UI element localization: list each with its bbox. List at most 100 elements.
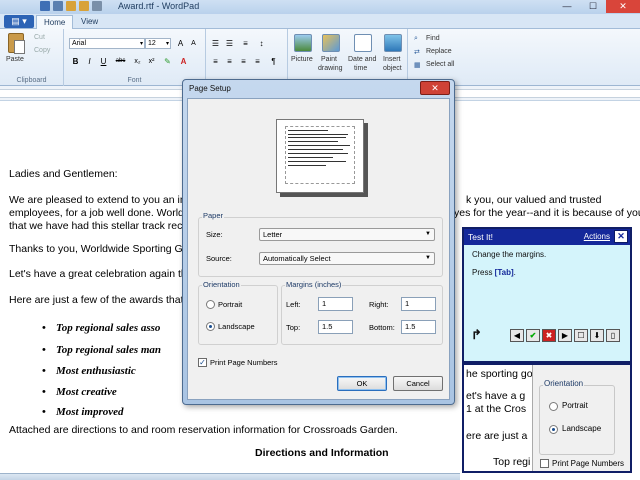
redo-icon[interactable] bbox=[79, 1, 89, 11]
subscript-button[interactable]: x₂ bbox=[132, 56, 143, 67]
save-icon[interactable] bbox=[53, 1, 63, 11]
close-window-button[interactable]: ✕ bbox=[606, 0, 640, 13]
paragraph-group: ☰ ☰ ≡ ↕ ≡ ≡ ≡ ≡ ¶ bbox=[206, 29, 288, 86]
paste-button[interactable]: Paste bbox=[6, 56, 24, 63]
next-step-button[interactable]: ▶ bbox=[558, 329, 572, 342]
paper-legend: Paper bbox=[202, 211, 225, 220]
list-item: Most improved bbox=[42, 406, 123, 418]
bottom-margin-input[interactable]: 1.5 bbox=[401, 320, 436, 334]
zoom-print-page-numbers-checkbox bbox=[540, 459, 549, 468]
top-margin-label: Top: bbox=[286, 323, 301, 332]
previous-step-button[interactable]: ◀ bbox=[510, 329, 524, 342]
select-all-button[interactable]: Select all bbox=[426, 61, 454, 68]
test-it-close-button[interactable]: ✕ bbox=[614, 230, 628, 243]
strikethrough-button[interactable]: abc bbox=[113, 56, 128, 67]
paper-size-value: Letter bbox=[263, 230, 283, 239]
insert-object-icon[interactable] bbox=[384, 34, 402, 52]
minimize-button[interactable]: — bbox=[554, 0, 580, 13]
text-color-icon[interactable]: A bbox=[178, 56, 189, 67]
source-label: Source: bbox=[206, 254, 232, 263]
preview-line bbox=[288, 149, 343, 150]
align-center-icon[interactable]: ≡ bbox=[224, 56, 235, 67]
customize-icon[interactable] bbox=[92, 1, 102, 11]
top-margin-input[interactable]: 1.5 bbox=[318, 320, 353, 334]
test-it-panel: Test It! Actions ✕ Change the margins. P… bbox=[462, 227, 632, 363]
font-size-select[interactable]: 12 ▾ bbox=[145, 38, 171, 49]
application-menu-button[interactable]: ▤ ▾ bbox=[4, 15, 34, 28]
list-item: Top regional sales man bbox=[42, 344, 161, 356]
decrease-indent-icon[interactable]: ☰ bbox=[210, 38, 221, 49]
align-left-icon[interactable]: ≡ bbox=[210, 56, 221, 67]
bold-button[interactable]: B bbox=[70, 56, 81, 67]
print-page-numbers-label[interactable]: Print Page Numbers bbox=[210, 358, 278, 367]
copy-button[interactable]: Copy bbox=[34, 47, 50, 54]
font-family-select[interactable]: Arial ▾ bbox=[69, 38, 145, 49]
paint-drawing-icon[interactable] bbox=[322, 34, 340, 52]
line-spacing-icon[interactable]: ↕ bbox=[256, 38, 267, 49]
cancel-button[interactable]: Cancel bbox=[393, 376, 443, 391]
landscape-label[interactable]: Landscape bbox=[218, 322, 255, 331]
preview-line bbox=[288, 161, 346, 162]
paragraph-icon[interactable]: ¶ bbox=[268, 56, 279, 67]
picture-button[interactable]: Picture bbox=[291, 56, 313, 63]
dialog-title: Page Setup bbox=[189, 84, 231, 93]
doc-paragraph-1-line-2a: employees, for a job well done. Worldwid bbox=[9, 207, 200, 219]
ok-button[interactable]: OK bbox=[337, 376, 387, 391]
left-margin-input[interactable]: 1 bbox=[318, 297, 353, 311]
portrait-radio[interactable] bbox=[206, 300, 215, 309]
paper-group bbox=[198, 217, 443, 277]
underline-button[interactable]: U bbox=[98, 56, 109, 67]
preview-line bbox=[288, 145, 350, 146]
zoom-portrait-radio bbox=[549, 402, 558, 411]
paint-drawing-button[interactable]: Paint bbox=[321, 56, 337, 63]
step-nav-icon[interactable]: ↱ bbox=[471, 327, 482, 343]
portrait-label[interactable]: Portrait bbox=[218, 300, 242, 309]
chevron-down-icon: ▾ bbox=[139, 41, 143, 47]
insert-object-button[interactable]: Insert bbox=[383, 56, 401, 63]
chevron-down-icon: ▾ bbox=[165, 41, 169, 47]
ribbon: Paste Cut Copy Clipboard Arial ▾ 12 ▾ A A … bbox=[0, 29, 640, 86]
grow-font-button[interactable]: A bbox=[175, 38, 186, 49]
notes-button[interactable]: ☐ bbox=[574, 329, 588, 342]
align-right-icon[interactable]: ≡ bbox=[238, 56, 249, 67]
justify-icon[interactable]: ≡ bbox=[252, 56, 263, 67]
print-page-numbers-checkbox[interactable]: ✓ bbox=[198, 358, 207, 367]
landscape-radio[interactable] bbox=[206, 322, 215, 331]
test-it-title: Test It! bbox=[468, 232, 494, 242]
check-answer-button[interactable]: ✔ bbox=[526, 329, 540, 342]
zoom-landscape-radio bbox=[549, 425, 558, 434]
list-icon[interactable]: ≡ bbox=[240, 38, 251, 49]
actions-link[interactable]: Actions bbox=[584, 232, 610, 241]
shrink-font-button[interactable]: A bbox=[188, 38, 199, 49]
tab-view[interactable]: View bbox=[74, 15, 105, 29]
calendar-icon[interactable] bbox=[354, 34, 372, 52]
doc-paragraph-1-line-1b: k you, our valued and trusted bbox=[466, 194, 602, 206]
replace-button[interactable]: Replace bbox=[426, 48, 452, 55]
cut-button[interactable]: Cut bbox=[34, 34, 45, 41]
highlight-color-icon[interactable]: ✎ bbox=[162, 56, 173, 67]
download-button[interactable]: ⬇ bbox=[590, 329, 604, 342]
increase-indent-icon[interactable]: ☰ bbox=[224, 38, 235, 49]
date-time-button[interactable]: Date and bbox=[348, 56, 376, 63]
find-button[interactable]: Find bbox=[426, 35, 440, 42]
dialog-close-button[interactable]: ✕ bbox=[420, 81, 450, 95]
right-margin-input[interactable]: 1 bbox=[401, 297, 436, 311]
cancel-step-button[interactable]: ✖ bbox=[542, 329, 556, 342]
test-it-toolbar: ◀ ✔ ✖ ▶ ☐ ⬇ ▯ bbox=[510, 329, 620, 342]
superscript-button[interactable]: x² bbox=[146, 56, 157, 67]
paste-icon[interactable] bbox=[8, 33, 25, 54]
find-icon: ⌕ bbox=[414, 35, 418, 42]
page-button[interactable]: ▯ bbox=[606, 329, 620, 342]
chevron-down-icon: ▼ bbox=[425, 255, 431, 261]
date-time-label-2: time bbox=[354, 65, 368, 72]
horizontal-scrollbar[interactable] bbox=[0, 473, 460, 480]
maximize-button[interactable]: ☐ bbox=[580, 0, 606, 13]
clipboard-group-label: Clipboard bbox=[16, 77, 47, 84]
italic-button[interactable]: I bbox=[84, 56, 95, 67]
picture-icon[interactable] bbox=[294, 34, 312, 52]
paper-size-select[interactable]: Letter ▼ bbox=[259, 228, 435, 241]
paper-source-select[interactable]: Automatically Select ▼ bbox=[259, 252, 435, 265]
tab-home[interactable]: Home bbox=[36, 15, 74, 29]
font-size-value: 12 bbox=[148, 40, 156, 47]
undo-icon[interactable] bbox=[66, 1, 76, 11]
